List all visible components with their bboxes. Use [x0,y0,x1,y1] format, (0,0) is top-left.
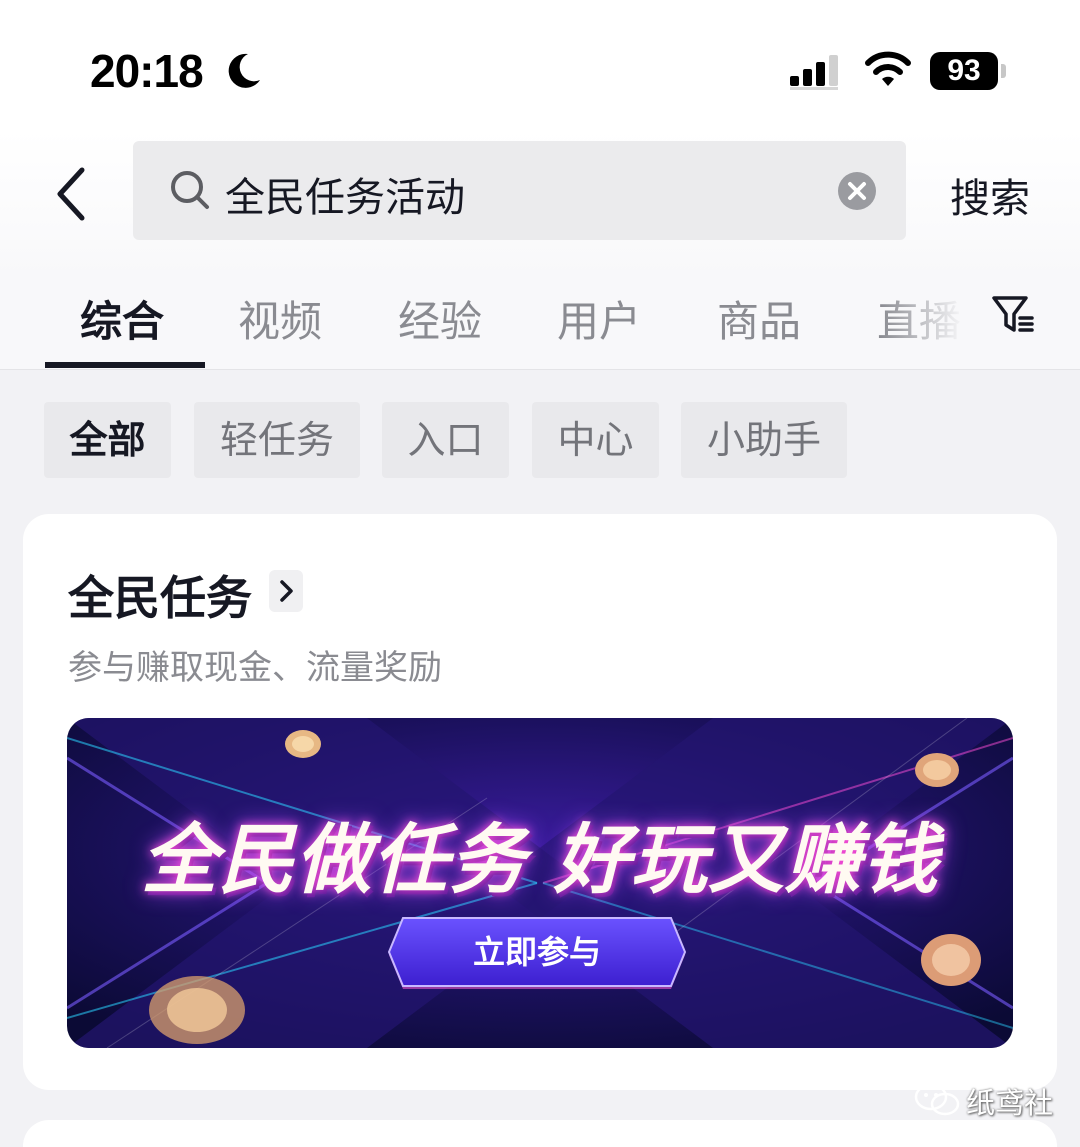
filter-icon[interactable] [990,292,1036,336]
chevron-right-icon[interactable] [269,570,303,612]
join-now-button[interactable]: 立即参与 [389,918,685,986]
search-input[interactable]: 全民任务活动 [133,141,906,240]
watermark-text: 纸鸢社 [966,1086,1054,1120]
card-subtitle: 参与赚取现金、流量奖励 [68,648,442,688]
clear-icon[interactable] [837,171,877,211]
search-button[interactable]: 搜索 [950,166,1030,224]
chevron-left-icon[interactable] [50,164,96,224]
tab-fade [880,280,1000,366]
tab-products[interactable]: 商品 [717,288,801,349]
tab-users[interactable]: 用户 [557,288,641,349]
tab-video[interactable]: 视频 [238,288,322,349]
chip-center[interactable]: 中心 [532,402,659,478]
chip-all[interactable]: 全部 [44,402,171,478]
result-tabs: 综合 视频 经验 用户 商品 直播 [0,280,1080,370]
wifi-icon [865,51,911,86]
banner-headline: 全民做任务 好玩又赚钱 [141,815,939,904]
tab-experience[interactable]: 经验 [398,288,482,349]
status-bar: 20:18 93 [0,0,1080,130]
join-now-label: 立即参与 [472,933,601,971]
result-card[interactable]: 全民任务 参与赚取现金、流量奖励 全民做任务 好玩又赚钱 立即参与 [23,514,1057,1090]
promo-banner[interactable]: 全民做任务 好玩又赚钱 立即参与 [67,718,1013,1048]
chip-light-task[interactable]: 轻任务 [194,402,360,478]
search-icon [171,171,209,209]
chip-entrance[interactable]: 入口 [382,402,509,478]
tab-comprehensive[interactable]: 综合 [80,288,164,349]
status-time: 20:18 [90,45,204,97]
moon-icon [228,53,260,88]
battery-level: 93 [930,52,998,90]
battery-cap [1001,64,1006,78]
wechat-icon [914,1083,960,1116]
active-tab-indicator [45,362,205,368]
battery-icon: 93 [930,52,1008,90]
card-title[interactable]: 全民任务 [68,562,252,628]
next-result-card[interactable] [23,1120,1057,1147]
signal-icon [790,55,838,90]
search-header: 全民任务活动 搜索 [0,130,1080,280]
search-query[interactable]: 全民任务活动 [225,165,465,223]
chip-assistant[interactable]: 小助手 [681,402,847,478]
